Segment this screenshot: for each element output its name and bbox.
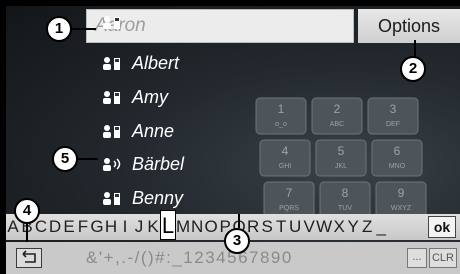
- keypad-letters: PQRS: [279, 205, 299, 212]
- keypad-letters: TUV: [338, 205, 352, 212]
- contact-name: Bärbel: [132, 153, 185, 174]
- voice-tag-contact-icon: [103, 158, 121, 171]
- letter-key-s[interactable]: S: [260, 217, 274, 237]
- list-item-benny[interactable]: Benny: [102, 183, 183, 213]
- contact-name: Amy: [132, 86, 168, 107]
- letter-key-t[interactable]: T: [274, 217, 288, 237]
- letter-key-k[interactable]: K: [146, 217, 160, 237]
- letter-key-i[interactable]: I: [118, 217, 132, 237]
- more-characters-button[interactable]: ...: [407, 248, 427, 268]
- keypad-letters: DEF: [386, 121, 400, 128]
- contact-icon: [103, 192, 120, 205]
- keypad-letters: ABC: [330, 121, 344, 128]
- keypad-digit: 6: [394, 144, 401, 158]
- letter-key-m[interactable]: M: [176, 217, 190, 237]
- callout-4-marker: 4: [14, 198, 40, 224]
- letter-key-f[interactable]: F: [76, 217, 90, 237]
- letter-key-n[interactable]: N: [190, 217, 204, 237]
- letter-key-v[interactable]: V: [302, 217, 316, 237]
- callout-1-marker: 1: [46, 16, 72, 42]
- keypad-digit: 1: [278, 102, 285, 116]
- letter-key-u[interactable]: U: [288, 217, 302, 237]
- keypad-digit: 2: [334, 102, 341, 116]
- letter-key-y[interactable]: Y: [346, 217, 360, 237]
- back-arrow-icon: [22, 250, 36, 263]
- letter-key-g[interactable]: G: [90, 217, 104, 237]
- contact-name: Albert: [132, 52, 180, 73]
- callout-4-leader: [26, 224, 28, 242]
- letter-key-w[interactable]: W: [316, 217, 332, 237]
- options-button[interactable]: Options: [358, 9, 460, 43]
- list-item-anne[interactable]: Anne: [102, 116, 174, 146]
- contact-name: Benny: [132, 187, 184, 208]
- callout-5-marker: 5: [52, 146, 78, 172]
- keypad-digit: 3: [390, 102, 397, 116]
- contact-icon: [103, 57, 120, 70]
- keypad-digit: 4: [282, 144, 289, 158]
- letter-key-e[interactable]: E: [62, 217, 76, 237]
- keypad-letters: o_o: [275, 121, 287, 128]
- clear-button[interactable]: CLR: [429, 248, 457, 268]
- callout-1-leader: [70, 28, 96, 30]
- letter-key-d[interactable]: D: [48, 217, 62, 237]
- symbol-characters[interactable]: &'+,.-/()#:_1234567890: [86, 248, 293, 268]
- selected-contact-icon-slot: [102, 7, 132, 37]
- keypad-digit: 9: [398, 186, 405, 200]
- keypad-letters: JKL: [335, 163, 347, 170]
- letter-key-j[interactable]: J: [132, 217, 146, 237]
- list-item-albert[interactable]: Albert: [102, 48, 179, 78]
- contact-name: Anne: [132, 120, 175, 141]
- keypad-digit: 5: [338, 144, 345, 158]
- keypad-digit: 7: [286, 186, 293, 200]
- back-button[interactable]: [16, 248, 42, 268]
- list-item-amy[interactable]: Amy: [102, 82, 168, 112]
- keypad-letters: WXYZ: [391, 205, 412, 212]
- contact-icon: [103, 125, 120, 138]
- keypad-letters: MNO: [389, 163, 406, 170]
- callout-5-leader: [76, 158, 98, 160]
- contact-icon: [103, 16, 120, 29]
- callout-3-leader: [238, 214, 240, 228]
- letter-key-space[interactable]: _: [374, 217, 388, 237]
- letter-key-h[interactable]: H: [104, 217, 118, 237]
- letter-key-o[interactable]: O: [204, 217, 218, 237]
- ok-button[interactable]: ok: [428, 216, 456, 238]
- letter-key-x[interactable]: X: [332, 217, 346, 237]
- keypad-digit: 8: [342, 186, 349, 200]
- keypad-letters: GHI: [279, 163, 292, 170]
- callout-2-marker: 2: [400, 56, 426, 82]
- letter-key-z[interactable]: Z: [360, 217, 374, 237]
- callout-3-marker: 3: [224, 228, 250, 254]
- contact-icon: [103, 91, 120, 104]
- list-item-barbel[interactable]: Bärbel: [102, 149, 184, 179]
- letter-key-l[interactable]: L: [160, 210, 176, 240]
- letter-row: ABCDEFGHIJKLMNOPQRSTUVWXYZ_: [6, 210, 388, 240]
